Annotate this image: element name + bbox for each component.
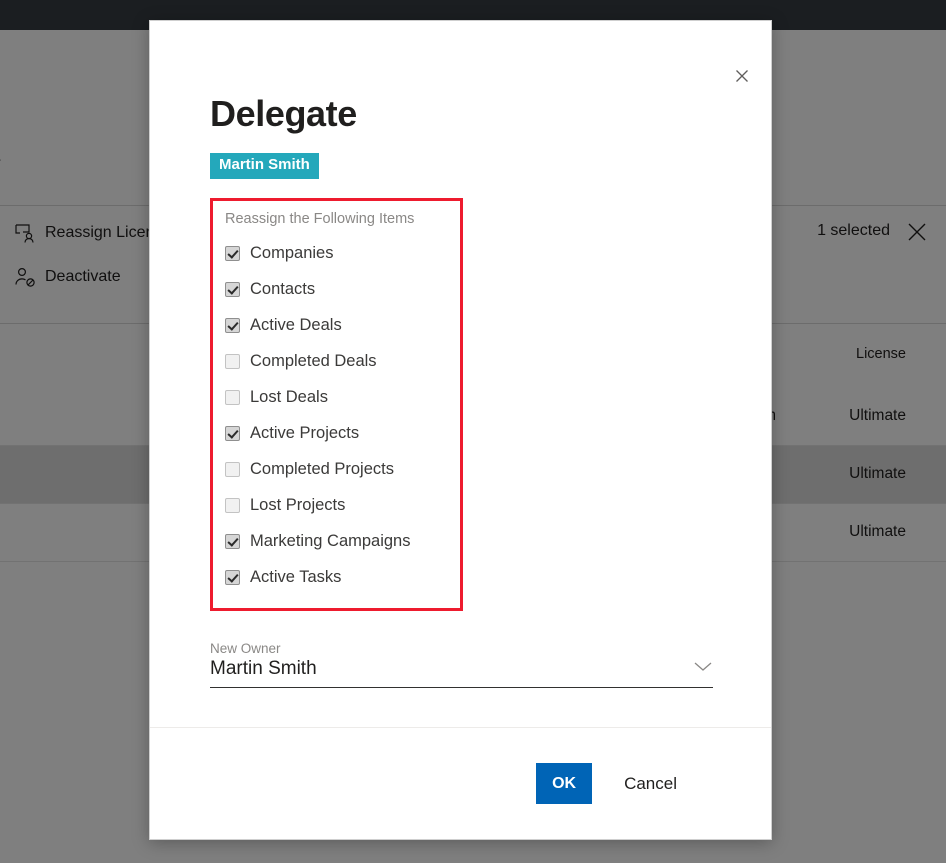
checkbox-lost-projects[interactable]: Lost Projects xyxy=(225,488,460,524)
new-owner-dropdown[interactable]: Martin Smith xyxy=(210,658,713,688)
checkbox-lost-deals[interactable]: Lost Deals xyxy=(225,380,460,416)
checkbox-indicator[interactable] xyxy=(225,426,240,441)
delegate-dialog: Delegate Martin Smith Reassign the Follo… xyxy=(149,20,772,840)
new-owner-field: New Owner Martin Smith xyxy=(210,641,713,688)
new-owner-value: Martin Smith xyxy=(210,657,317,679)
checkbox-indicator[interactable] xyxy=(225,498,240,513)
new-owner-label: New Owner xyxy=(210,640,281,656)
reassign-items-label: Reassign the Following Items xyxy=(225,210,415,227)
page-title: Delegate xyxy=(210,93,357,134)
checkbox-completed-projects[interactable]: Completed Projects xyxy=(225,452,460,488)
reassign-items-group: Reassign the Following Items Companies C… xyxy=(210,197,463,611)
dialog-body: Delegate Martin Smith Reassign the Follo… xyxy=(150,21,771,727)
status-badge: Martin Smith xyxy=(210,153,319,179)
checkbox-indicator[interactable] xyxy=(225,534,240,549)
checkbox-label: Completed Deals xyxy=(250,352,377,370)
checkbox-label: Active Projects xyxy=(250,424,360,442)
checkbox-active-tasks[interactable]: Active Tasks xyxy=(225,560,460,596)
checkbox-indicator[interactable] xyxy=(225,570,240,585)
checkbox-label: Active Deals xyxy=(250,316,342,334)
cancel-button[interactable]: Cancel xyxy=(612,763,689,804)
checkbox-indicator[interactable] xyxy=(225,354,240,369)
checkbox-indicator[interactable] xyxy=(225,390,240,405)
checkbox-label: Active Tasks xyxy=(250,568,342,586)
checkbox-active-deals[interactable]: Active Deals xyxy=(225,308,460,344)
ok-button[interactable]: OK xyxy=(536,763,593,804)
checkbox-indicator[interactable] xyxy=(225,246,240,261)
checkbox-completed-deals[interactable]: Completed Deals xyxy=(225,344,460,380)
checkbox-label: Companies xyxy=(250,244,334,262)
checkbox-label: Lost Projects xyxy=(250,496,346,514)
checkbox-active-projects[interactable]: Active Projects xyxy=(225,416,460,452)
checkbox-indicator[interactable] xyxy=(225,318,240,333)
checkbox-label: Marketing Campaigns xyxy=(250,532,411,550)
chevron-down-icon[interactable] xyxy=(693,659,713,680)
checkbox-label: Lost Deals xyxy=(250,388,328,406)
checkbox-label: Contacts xyxy=(250,280,316,298)
checkbox-indicator[interactable] xyxy=(225,282,240,297)
checkbox-indicator[interactable] xyxy=(225,462,240,477)
checkbox-companies[interactable]: Companies xyxy=(225,236,460,272)
checkbox-marketing-campaigns[interactable]: Marketing Campaigns xyxy=(225,524,460,560)
checkbox-contacts[interactable]: Contacts xyxy=(225,272,460,308)
dialog-footer: OK Cancel xyxy=(150,727,771,839)
checkbox-label: Completed Projects xyxy=(250,460,394,478)
